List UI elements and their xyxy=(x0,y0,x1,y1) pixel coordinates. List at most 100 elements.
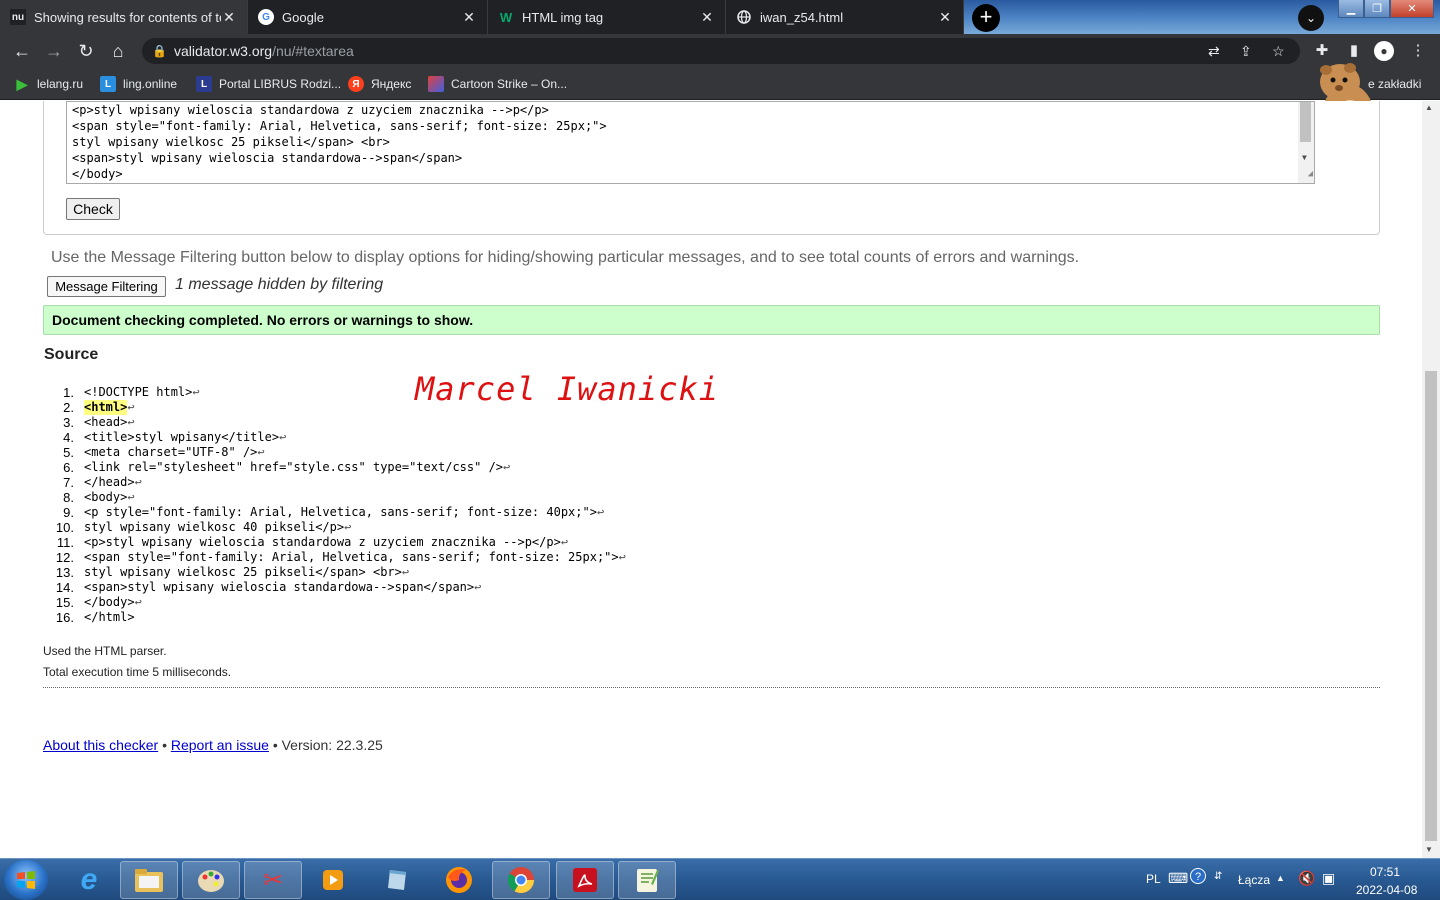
taskbar-paint[interactable] xyxy=(182,861,240,899)
back-button[interactable]: ← xyxy=(10,39,34,63)
action-center-icon[interactable]: ▣ xyxy=(1322,870,1335,887)
line-number: 3. xyxy=(63,415,74,430)
url-path: /nu/#textarea xyxy=(272,43,354,59)
start-button[interactable] xyxy=(4,860,48,900)
taskbar-chrome[interactable] xyxy=(492,861,550,899)
author-overlay: Marcel Iwanicki xyxy=(415,370,719,408)
line-number: 5. xyxy=(63,445,74,460)
maximize-button[interactable]: ❐ xyxy=(1364,0,1390,18)
return-mark-icon: ↩ xyxy=(503,460,511,474)
check-button[interactable]: Check xyxy=(66,198,120,220)
separator: • xyxy=(272,737,278,753)
menu-dots-icon[interactable]: ⋮ xyxy=(1406,39,1430,63)
tray-arrows-icon[interactable]: ⇵ xyxy=(1214,871,1222,882)
taskbar-notepadpp[interactable] xyxy=(618,861,676,899)
help-icon[interactable]: ? xyxy=(1190,868,1206,884)
return-mark-icon: ↩ xyxy=(134,595,142,609)
line-number: 11. xyxy=(56,535,74,550)
source-line: 6. <link rel="stylesheet" href="style.css… xyxy=(48,460,626,475)
close-window-button[interactable]: ✕ xyxy=(1390,0,1434,18)
tab-search-button[interactable]: ⌄ xyxy=(1298,5,1324,31)
line-number: 4. xyxy=(63,430,74,445)
line-number: 8. xyxy=(63,490,74,505)
share-icon[interactable]: ⇪ xyxy=(1240,38,1252,64)
line-number: 12. xyxy=(55,550,74,565)
message-filtering-button[interactable]: Message Filtering xyxy=(47,276,166,297)
clock-date[interactable]: 2022-04-08 xyxy=(1356,883,1417,897)
bookmark-yandex[interactable]: Я Яндекс xyxy=(348,75,411,93)
line-code: <title>styl wpisany</title> xyxy=(84,430,280,444)
line-number: 15. xyxy=(55,595,74,610)
execution-time: Total execution time 5 milliseconds. xyxy=(43,665,232,679)
taskbar-ie[interactable]: e xyxy=(60,861,118,899)
resize-grip-icon[interactable]: ◢ xyxy=(1308,166,1313,182)
textarea-scroll-thumb[interactable] xyxy=(1300,102,1311,142)
minimize-button[interactable]: ▁ xyxy=(1338,0,1364,18)
report-issue-link[interactable]: Report an issue xyxy=(171,737,269,753)
return-mark-icon: ↩ xyxy=(127,490,135,504)
return-mark-icon: ↩ xyxy=(344,520,352,534)
return-mark-icon: ↩ xyxy=(474,580,482,594)
windows-logo-icon xyxy=(17,871,35,889)
close-tab-icon[interactable]: ✕ xyxy=(221,9,237,26)
scroll-down-arrow-icon[interactable]: ▼ xyxy=(1302,150,1307,166)
tab-validator[interactable]: nu Showing results for contents of te ✕ xyxy=(0,0,248,34)
line-code: <p style="font-family: Arial, Helvetica,… xyxy=(84,505,597,519)
language-indicator[interactable]: PL xyxy=(1146,872,1161,886)
source-line: 8. <body> ↩ xyxy=(48,490,626,505)
keyboard-icon[interactable]: ⌨ xyxy=(1168,870,1188,887)
line-code: <span style="font-family: Arial, Helveti… xyxy=(84,550,619,564)
bookmark-star-icon[interactable]: ☆ xyxy=(1272,38,1285,64)
scroll-down-arrow-icon[interactable]: ▼ xyxy=(1425,845,1433,854)
line-code: styl wpisany wielkosc 40 pikseli</p> xyxy=(84,520,345,534)
return-mark-icon: ↩ xyxy=(618,550,626,564)
google-favicon-icon: G xyxy=(258,9,274,25)
translate-icon[interactable]: ⇄ xyxy=(1208,38,1220,64)
taskbar-snipping[interactable]: ✂ xyxy=(244,861,302,899)
source-textarea[interactable]: <p>styl wpisany wieloscia standardowa z … xyxy=(66,101,1315,184)
tab-google[interactable]: G Google ✕ xyxy=(248,0,488,34)
line-code: <!DOCTYPE html> xyxy=(84,385,193,399)
home-button[interactable]: ⌂ xyxy=(106,39,130,63)
tab-title: HTML img tag xyxy=(522,9,604,25)
line-code: <p>styl wpisany wieloscia standardowa z … xyxy=(84,535,561,549)
show-hidden-icons-icon[interactable]: ▲ xyxy=(1276,873,1285,883)
reload-button[interactable]: ↻ xyxy=(74,39,98,63)
globe-icon xyxy=(736,9,752,25)
bookmark-cartoon-strike[interactable]: Cartoon Strike – On... xyxy=(428,75,567,93)
close-tab-icon[interactable]: ✕ xyxy=(461,9,477,26)
clock-time[interactable]: 07:51 xyxy=(1370,865,1400,879)
paint-palette-icon xyxy=(198,870,224,892)
speaker-muted-icon[interactable]: 🔇 xyxy=(1298,870,1315,887)
textarea-line: <span style="font-family: Arial, Helveti… xyxy=(72,119,607,133)
notebook-icon xyxy=(388,870,406,890)
close-tab-icon[interactable]: ✕ xyxy=(937,9,953,26)
taskbar-notepad[interactable] xyxy=(368,861,426,899)
taskbar-firefox[interactable] xyxy=(430,861,488,899)
taskbar-explorer[interactable] xyxy=(120,861,178,899)
about-checker-link[interactable]: About this checker xyxy=(43,737,158,753)
line-code: <body> xyxy=(84,490,128,504)
scroll-up-arrow-icon[interactable]: ▲ xyxy=(1425,103,1433,112)
tab-iwan[interactable]: iwan_z54.html ✕ xyxy=(726,0,964,34)
page-scroll-thumb[interactable] xyxy=(1425,371,1437,841)
textarea-line: </body> xyxy=(72,167,123,181)
bookmark-ling-online[interactable]: L ling.online xyxy=(100,75,177,93)
address-bar[interactable]: 🔒 validator.w3.org/nu/#textarea ⇄ ⇪ ☆ xyxy=(142,38,1300,64)
line-number: 1. xyxy=(63,385,74,400)
taskbar-media[interactable] xyxy=(304,861,362,899)
tab-html-img[interactable]: W HTML img tag ✕ xyxy=(488,0,726,34)
line-code: styl wpisany wielkosc 25 pikseli</span> … xyxy=(84,565,402,579)
source-line: 14. <span>styl wpisany wieloscia standard… xyxy=(48,580,626,595)
textarea-line: styl wpisany wielkosc 25 pikseli</span> … xyxy=(72,135,390,149)
page-scrollbar[interactable]: ▲ ▼ xyxy=(1422,101,1440,858)
bookmark-label: Яндекс xyxy=(371,77,412,91)
forward-button[interactable]: → xyxy=(42,39,66,63)
close-tab-icon[interactable]: ✕ xyxy=(699,9,715,26)
network-label[interactable]: Łącza xyxy=(1238,873,1270,887)
source-line: 13. styl wpisany wielkosc 25 pikseli</spa… xyxy=(48,565,626,580)
new-tab-button[interactable]: + xyxy=(972,4,1000,32)
bookmark-lelang[interactable]: ▶ lelang.ru xyxy=(14,75,83,93)
bookmark-librus[interactable]: L Portal LIBRUS Rodzi... xyxy=(196,75,341,93)
taskbar-acrobat[interactable] xyxy=(556,861,614,899)
